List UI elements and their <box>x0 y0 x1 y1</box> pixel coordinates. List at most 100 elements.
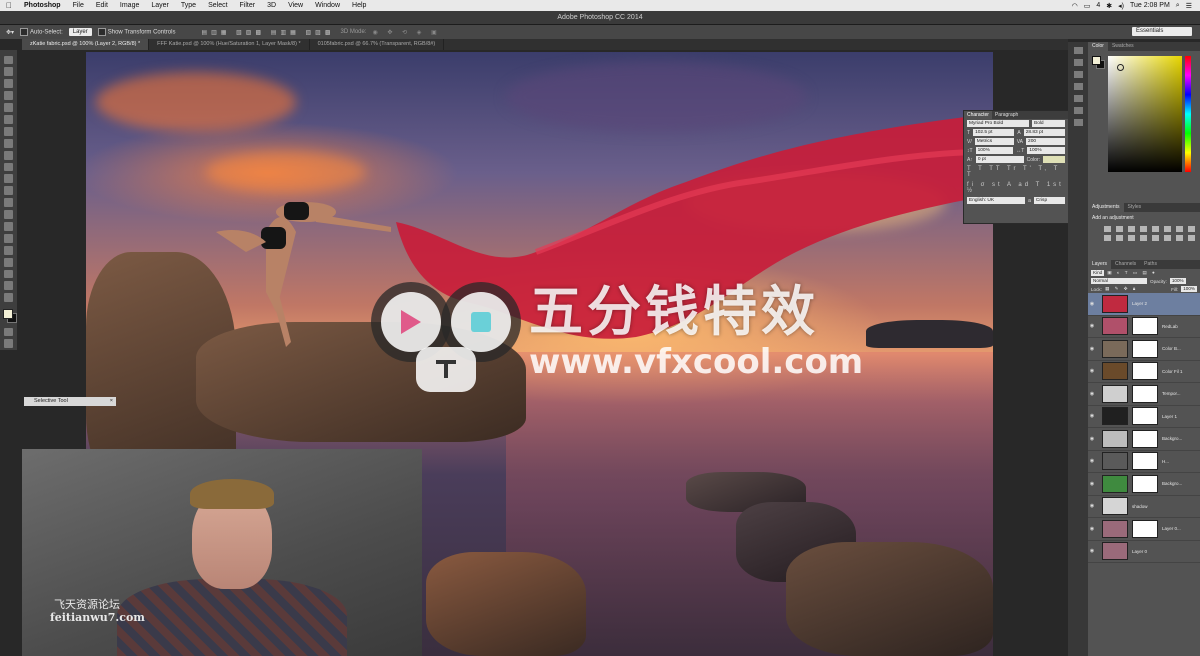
layer-filter-dropdown[interactable]: Kind <box>1091 270 1105 276</box>
paragraph-panel-icon[interactable] <box>1073 119 1083 126</box>
auto-select-checkbox[interactable]: Auto-Select: <box>20 28 63 36</box>
lock-icons[interactable]: ▦ ✎ ✥ 🔒︎ <box>1105 286 1137 292</box>
layer-mask-thumbnail[interactable] <box>1132 384 1158 403</box>
kerning-field[interactable]: Metrics <box>974 138 1014 145</box>
opentype-buttons[interactable]: fi σ st A ad T 1st ½ <box>964 180 1068 196</box>
quick-select-tool-icon[interactable] <box>4 91 13 101</box>
visibility-eye-icon[interactable]: ◉ <box>1088 503 1096 509</box>
visibility-eye-icon[interactable]: ◉ <box>1088 458 1096 464</box>
bluetooth-icon[interactable]: ✱ <box>1106 2 1112 10</box>
crop-tool-icon[interactable] <box>4 103 13 112</box>
auto-select-dropdown[interactable]: Layer <box>68 28 92 36</box>
tab-layers[interactable]: Layers <box>1088 260 1112 269</box>
clone-source-icon[interactable] <box>1073 95 1083 102</box>
brush-tool-icon[interactable] <box>4 138 13 148</box>
move-tool-icon[interactable]: ✥▾ <box>6 29 14 36</box>
visibility-eye-icon[interactable]: ◉ <box>1088 323 1096 329</box>
layer-filter-icons[interactable]: ▣ ◐ T ▭ ▤ ● <box>1107 270 1157 276</box>
foreground-color-chip[interactable] <box>1092 56 1101 65</box>
blend-mode-dropdown[interactable]: Normal <box>1091 278 1147 284</box>
font-family-dropdown[interactable]: Myriad Pro Bold <box>967 120 1029 127</box>
tab-paragraph[interactable]: Paragraph <box>992 111 1021 119</box>
battery-icon[interactable]: ▭ <box>1084 2 1091 10</box>
menu-file[interactable]: File <box>67 0 90 11</box>
menu-edit[interactable]: Edit <box>90 0 114 11</box>
layer-row[interactable]: ◉ Layer 1 <box>1088 406 1200 428</box>
leading-field[interactable]: 28.83 pt <box>1023 129 1065 136</box>
tab-swatches[interactable]: Swatches <box>1108 42 1138 51</box>
tab-paths[interactable]: Paths <box>1140 260 1161 269</box>
layer-name[interactable]: H... <box>1162 459 1169 464</box>
font-size-field[interactable]: 102.5 pt <box>973 129 1015 136</box>
type-tool-icon[interactable] <box>4 233 13 243</box>
layer-thumbnail[interactable] <box>1102 317 1128 336</box>
font-style-dropdown[interactable]: Bold <box>1032 120 1065 127</box>
layer-mask-thumbnail[interactable] <box>1132 474 1158 493</box>
anti-alias-dropdown[interactable]: Crisp <box>1033 197 1065 204</box>
layer-name[interactable]: Tempor... <box>1162 391 1181 396</box>
visibility-eye-icon[interactable]: ◉ <box>1088 391 1096 397</box>
layer-row[interactable]: ◉ Layer 0... <box>1088 518 1200 541</box>
path-select-tool-icon[interactable] <box>4 245 13 255</box>
zoom-tool-icon[interactable] <box>4 281 13 291</box>
character-panel-icon[interactable] <box>1073 107 1083 114</box>
language-dropdown[interactable]: English: UK <box>967 197 1026 204</box>
hand-tool-icon[interactable] <box>4 269 13 279</box>
layer-mask-thumbnail[interactable] <box>1132 519 1158 538</box>
search-icon[interactable]: ⌕ <box>1176 2 1180 10</box>
layer-thumbnail[interactable] <box>1102 429 1128 448</box>
vibrance-icon[interactable] <box>1152 226 1159 232</box>
layer-mask-thumbnail[interactable] <box>1132 452 1158 471</box>
clock[interactable]: Tue 2:08 PM <box>1130 2 1170 9</box>
wifi-icon[interactable]: ◠ <box>1072 2 1078 10</box>
layer-thumbnail[interactable] <box>1102 497 1128 516</box>
play-icon[interactable] <box>1073 59 1083 66</box>
threshold-icon[interactable] <box>1164 235 1171 241</box>
layer-thumbnail[interactable] <box>1102 294 1128 313</box>
tracking-field[interactable]: 200 <box>1026 138 1066 145</box>
3d-mode-icons[interactable]: ◉ ✥ ⟲ ◈ ▣ <box>373 29 441 36</box>
tab-channels[interactable]: Channels <box>1111 260 1140 269</box>
invert-icon[interactable] <box>1140 235 1147 241</box>
screen-mode-icon[interactable] <box>4 339 13 349</box>
layer-row[interactable]: ◉ Backgro... <box>1088 473 1200 496</box>
fg-bg-color-swatches[interactable] <box>2 308 17 323</box>
eyedropper-tool-icon[interactable] <box>4 114 13 124</box>
shape-tool-icon[interactable] <box>4 257 13 267</box>
menu-view[interactable]: View <box>282 0 309 11</box>
doc-tab-3[interactable]: 0105fabric.psd @ 66.7% (Transparent, RGB… <box>310 39 445 50</box>
layer-row[interactable]: ◉ Tempor... <box>1088 383 1200 406</box>
layer-row[interactable]: ◉ H... <box>1088 451 1200 473</box>
lasso-tool-icon[interactable] <box>4 79 13 89</box>
layer-mask-thumbnail[interactable] <box>1132 317 1158 336</box>
color-lookup-icon[interactable] <box>1128 235 1135 241</box>
layer-row[interactable]: ◉ Layer 0 <box>1088 541 1200 563</box>
clone-stamp-tool-icon[interactable] <box>4 150 13 160</box>
layer-thumbnail[interactable] <box>1102 407 1128 426</box>
brightness-icon[interactable] <box>1104 226 1111 232</box>
layer-thumbnail[interactable] <box>1102 339 1128 358</box>
layer-name[interactable]: Layer 2 <box>1132 301 1147 306</box>
close-icon[interactable]: × <box>110 397 113 406</box>
layer-thumbnail[interactable] <box>1102 542 1128 561</box>
tab-color[interactable]: Color <box>1088 42 1108 51</box>
layer-name[interactable]: Backgro... <box>1162 481 1182 486</box>
tab-adjustments[interactable]: Adjustments <box>1088 203 1124 212</box>
layer-name[interactable]: Layer 1 <box>1162 414 1177 419</box>
move-tool-icon[interactable] <box>4 55 13 65</box>
photo-filter-icon[interactable] <box>1104 235 1111 241</box>
doc-tab-1[interactable]: zKatie fabric.psd @ 100% (Layer 2, RGB/8… <box>22 39 150 50</box>
visibility-eye-icon[interactable]: ◉ <box>1088 526 1096 532</box>
layer-name[interactable]: RedLab <box>1162 324 1178 329</box>
layer-name[interactable]: Color Fil 1 <box>1162 369 1183 374</box>
apple-menu-icon[interactable]:  <box>0 1 18 10</box>
channel-mixer-icon[interactable] <box>1116 235 1123 241</box>
selective-tool-panel[interactable]: Selective Tool × <box>24 397 116 406</box>
align-buttons[interactable]: ▤▥▦ ▧▨▩ ▤▥▦ ▧▨▩ <box>201 29 334 36</box>
marquee-tool-icon[interactable] <box>4 67 13 77</box>
black-white-icon[interactable] <box>1188 226 1195 232</box>
color-balance-icon[interactable] <box>1176 226 1183 232</box>
history-icon[interactable] <box>1073 47 1083 54</box>
history-brush-tool-icon[interactable] <box>4 162 13 172</box>
levels-icon[interactable] <box>1116 226 1123 232</box>
